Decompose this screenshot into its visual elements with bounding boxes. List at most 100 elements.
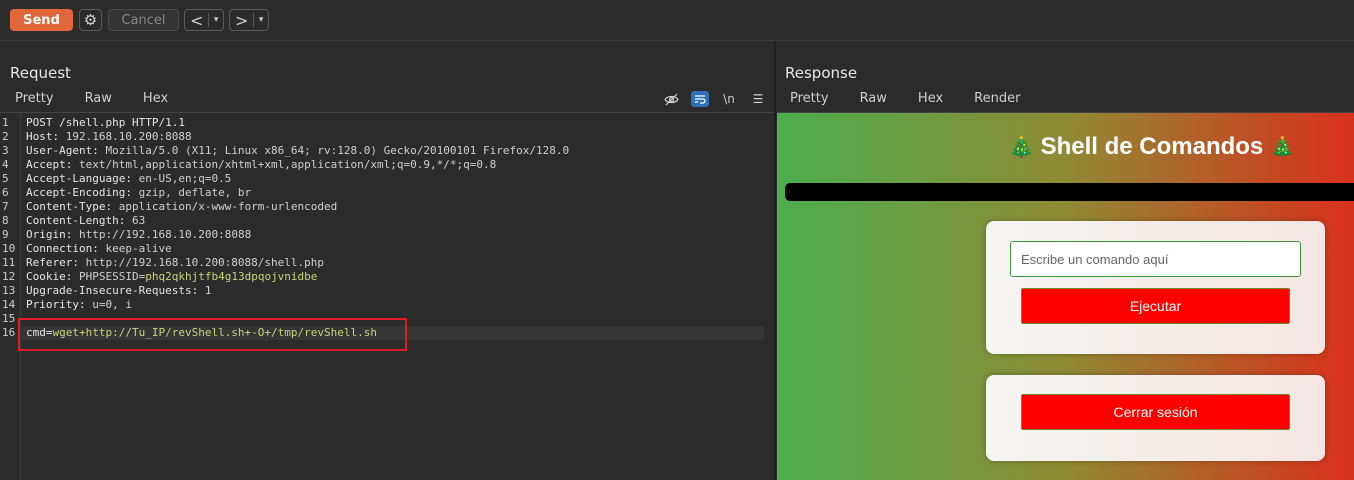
header-value: 1	[204, 284, 212, 297]
code-line[interactable]: 13 Upgrade-Insecure-Requests: 1	[0, 284, 774, 298]
code-line[interactable]: 2 Host: 192.168.10.200:8088	[0, 130, 774, 144]
code-text: User-Agent: Mozilla/5.0 (X11; Linux x86_…	[26, 144, 570, 157]
code-text: Accept: text/html,application/xhtml+xml,…	[26, 158, 497, 171]
code-line[interactable]: 1 POST /shell.php HTTP/1.1	[0, 116, 774, 130]
line-number: 13	[2, 284, 16, 297]
header-name: User-Agent	[26, 144, 93, 157]
line-number: 9	[2, 228, 9, 241]
request-editor[interactable]: 1 POST /shell.php HTTP/1.1 2 Host: 192.168.…	[0, 113, 774, 480]
header-name: Accept-Language	[26, 172, 126, 185]
send-button[interactable]: Send	[10, 9, 73, 31]
header-name: Priority	[26, 298, 79, 311]
toolbar: Send ⚙ Cancel < ▾ > ▾	[0, 0, 1354, 41]
code-line[interactable]: 11 Referer: http://192.168.10.200:8088/sh…	[0, 256, 774, 270]
code-line[interactable]: 10 Connection: keep-alive	[0, 242, 774, 256]
menu-icon[interactable]: ☰	[749, 91, 767, 107]
code-line[interactable]: 3 User-Agent: Mozilla/5.0 (X11; Linux x86…	[0, 144, 774, 158]
line-number: 12	[2, 270, 16, 283]
code-text: Accept-Language: en-US,en;q=0.5	[26, 172, 232, 185]
code-line[interactable]: 7 Content-Type: application/x-www-form-ur…	[0, 200, 774, 214]
line-number: 10	[2, 242, 16, 255]
output-bar	[785, 183, 1354, 201]
code-text: Accept-Encoding: gzip, deflate, br	[26, 186, 252, 199]
code-line[interactable]: 6 Accept-Encoding: gzip, deflate, br	[0, 186, 774, 200]
newline-toggle[interactable]: \n	[720, 91, 738, 107]
tab-hex[interactable]: Hex	[143, 91, 168, 112]
header-value: http://192.168.10.200:8088/shell.php	[85, 256, 325, 269]
header-name: Origin	[26, 228, 66, 241]
header-value: http://192.168.10.200:8088	[79, 228, 252, 241]
line-number: 6	[2, 186, 9, 199]
tab-raw[interactable]: Raw	[85, 91, 112, 112]
code-text: Referer: http://192.168.10.200:8088/shel…	[26, 256, 325, 269]
line-number: 14	[2, 298, 16, 311]
christmas-tree-icon: 🎄	[1269, 137, 1295, 159]
tab-pretty[interactable]: Pretty	[790, 91, 829, 112]
request-toolbar-icons: \n ☰	[662, 90, 778, 108]
line-number: 11	[2, 256, 16, 269]
line-number: 1	[2, 116, 9, 129]
chevron-down-icon[interactable]: ▾	[254, 15, 268, 25]
line-number: 7	[2, 200, 9, 213]
chevron-right-icon: >	[234, 10, 249, 30]
header-value: u=0, i	[92, 298, 132, 311]
header-name: Connection	[26, 242, 93, 255]
header-name: Cookie	[26, 270, 66, 283]
line-number: 16	[2, 326, 16, 339]
tab-pretty[interactable]: Pretty	[5, 91, 64, 116]
wrap-lines-icon[interactable]	[691, 91, 709, 107]
line-number: 5	[2, 172, 9, 185]
code-text: Origin: http://192.168.10.200:8088	[26, 228, 252, 241]
code-text: Priority: u=0, i	[26, 298, 132, 311]
heading-text: Shell de Comandos	[1040, 133, 1264, 160]
cancel-button[interactable]: Cancel	[108, 9, 179, 31]
tab-raw[interactable]: Raw	[860, 91, 887, 112]
code-text: Content-Type: application/x-www-form-url…	[26, 200, 338, 213]
highlight-box	[18, 318, 407, 351]
code-text: Connection: keep-alive	[26, 242, 172, 255]
line-number: 3	[2, 144, 9, 157]
line-number: 15	[2, 312, 16, 325]
header-name: Content-Length	[26, 214, 119, 227]
header-name: POST /shell.php HTTP/1.1	[26, 116, 185, 129]
code-line[interactable]: 5 Accept-Language: en-US,en;q=0.5	[0, 172, 774, 186]
header-name: Accept-Encoding	[26, 186, 126, 199]
response-title: Response	[785, 64, 858, 82]
header-value: keep-alive	[105, 242, 172, 255]
cookie-value: phq2qkhjtfb4g13dpqojvnidbe	[145, 270, 318, 283]
tab-render[interactable]: Render	[964, 91, 1031, 116]
hide-eye-icon[interactable]	[662, 91, 680, 107]
code-line[interactable]: 14 Priority: u=0, i	[0, 298, 774, 312]
forward-button[interactable]: > ▾	[229, 9, 269, 31]
chevron-down-icon[interactable]: ▾	[209, 15, 223, 25]
command-input[interactable]	[1010, 241, 1301, 277]
header-name: Referer	[26, 256, 73, 269]
line-number: 4	[2, 158, 9, 171]
line-number: 2	[2, 130, 9, 143]
code-text: Content-Length: 63	[26, 214, 146, 227]
tab-hex[interactable]: Hex	[918, 91, 943, 112]
code-line[interactable]: 9 Origin: http://192.168.10.200:8088	[0, 228, 774, 242]
rendered-page: 🎄 Shell de Comandos 🎄 Ejecutar Cerrar se…	[777, 113, 1354, 480]
execute-button[interactable]: Ejecutar	[1021, 288, 1290, 324]
page-title: 🎄 Shell de Comandos 🎄	[1009, 133, 1295, 161]
line-number: 8	[2, 214, 9, 227]
header-value: gzip, deflate, br	[138, 186, 252, 199]
code-line[interactable]: 4 Accept: text/html,application/xhtml+xml…	[0, 158, 774, 172]
christmas-tree-icon: 🎄	[1009, 137, 1034, 159]
logout-button[interactable]: Cerrar sesión	[1021, 394, 1290, 430]
back-button[interactable]: < ▾	[184, 9, 224, 31]
code-line[interactable]: 8 Content-Length: 63	[0, 214, 774, 228]
settings-button[interactable]: ⚙	[79, 9, 102, 31]
code-text: Cookie: PHPSESSID=phq2qkhjtfb4g13dpqojvn…	[26, 270, 318, 283]
header-name: Host	[26, 130, 53, 143]
gear-icon: ⚙	[83, 11, 98, 29]
panel-divider[interactable]	[774, 41, 776, 480]
header-value: en-US,en;q=0.5	[138, 172, 232, 185]
header-value: 63	[131, 214, 146, 227]
code-text: POST /shell.php HTTP/1.1	[26, 116, 185, 130]
header-value: Mozilla/5.0 (X11; Linux x86_64; rv:128.0…	[105, 144, 570, 157]
command-form: Ejecutar	[986, 221, 1325, 354]
header-value: PHPSESSID=	[79, 270, 146, 283]
code-line[interactable]: 12 Cookie: PHPSESSID=phq2qkhjtfb4g13dpqoj…	[0, 270, 774, 284]
